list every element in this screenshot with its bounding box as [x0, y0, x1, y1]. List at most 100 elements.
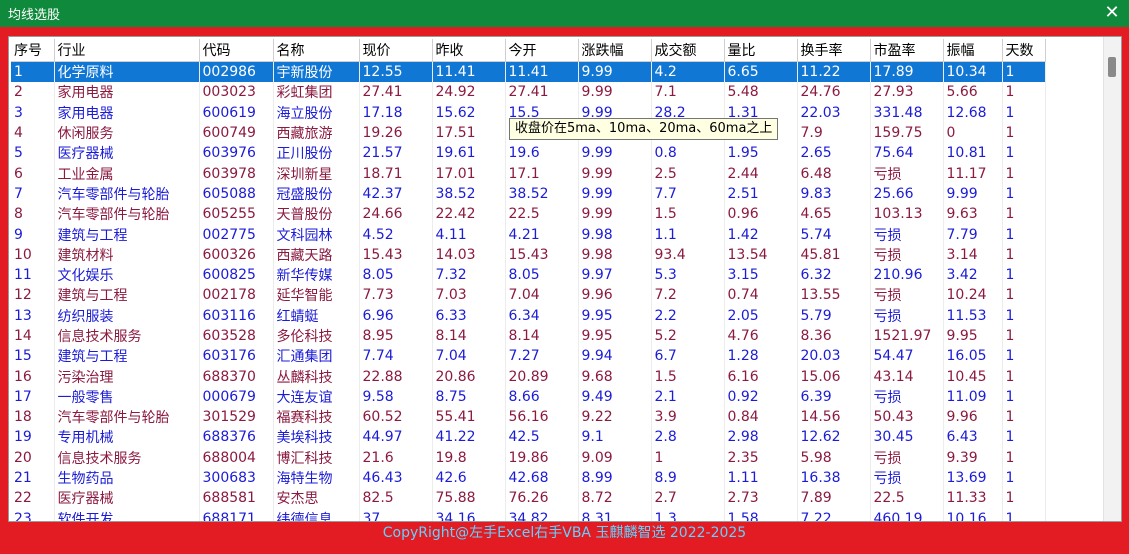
table-cell: 红蜻蜓 [273, 305, 360, 326]
table-cell: 家用电器 [54, 82, 200, 103]
table-cell: 7.89 [797, 488, 871, 509]
table-cell: 9.94 [578, 346, 652, 367]
table-cell: 纺织服装 [54, 305, 200, 326]
table-cell: 688370 [199, 366, 274, 387]
table-cell: 24.76 [797, 82, 871, 103]
table-row[interactable]: 5 医疗器械 603976 正川股份 21.57 19.61 19.6 9.99 0.8 1.95… [11, 143, 1046, 164]
table-cell: 688581 [199, 488, 274, 509]
table-cell: 55.41 [432, 407, 506, 428]
table-cell: 9.83 [797, 183, 871, 205]
column-header[interactable]: 换手率 [797, 39, 871, 62]
table-cell: 16.05 [943, 346, 1003, 367]
table-cell: 1 [1002, 346, 1046, 367]
table-cell: 6 [11, 163, 55, 184]
table-row[interactable]: 11 文化娱乐 600825 新华传媒 8.05 7.32 8.05 9.97 5.3 3.15 6… [11, 264, 1046, 286]
table-row[interactable]: 18 汽车零部件与轮胎 301529 福赛科技 60.52 55.41 56.16 9.22 3… [11, 407, 1046, 428]
table-row[interactable]: 13 纺织服装 603116 红蜻蜓 6.96 6.33 6.34 9.95 2.2 2.05 5.… [11, 305, 1046, 326]
column-header[interactable]: 今开 [505, 39, 579, 62]
table-cell: 000679 [199, 386, 274, 408]
table-row[interactable]: 8 汽车零部件与轮胎 605255 天普股份 24.66 22.42 22.5 9.99 1.5… [11, 204, 1046, 225]
table-cell: 13.69 [943, 467, 1003, 489]
table-cell: 159.75 [870, 122, 944, 144]
table-cell: 12.55 [359, 61, 433, 83]
table-cell: 11 [11, 264, 55, 286]
table-cell: 亏损 [870, 244, 944, 265]
table-cell: 4.52 [359, 224, 433, 245]
table-cell: 9.95 [578, 325, 652, 347]
table-cell: 17.89 [870, 61, 944, 83]
table-cell: 8.9 [651, 467, 725, 489]
table-cell: 1.5 [651, 204, 725, 225]
column-header[interactable]: 行业 [54, 39, 200, 62]
table-row[interactable]: 22 医疗器械 688581 安杰思 82.5 75.88 76.26 8.72 2.7 2.73… [11, 488, 1046, 509]
table-cell: 正川股份 [273, 143, 360, 164]
table-cell: 4 [11, 122, 55, 144]
table-cell: 11.41 [505, 61, 579, 83]
table-cell: 化学原料 [54, 61, 200, 83]
table-row[interactable]: 7 汽车零部件与轮胎 605088 冠盛股份 42.37 38.52 38.52 9.99 7.… [11, 183, 1046, 205]
column-header[interactable]: 涨跌幅 [578, 39, 652, 62]
table-cell: 10.45 [943, 366, 1003, 387]
table-cell: 605255 [199, 204, 274, 225]
table-cell: 1 [1002, 386, 1046, 408]
table-cell: 7.79 [943, 224, 1003, 245]
table-row[interactable]: 12 建筑与工程 002178 延华智能 7.73 7.03 7.04 9.96 7.2 0.74… [11, 285, 1046, 306]
table-row[interactable]: 16 污染治理 688370 丛麟科技 22.88 20.86 20.89 9.68 1.5 6.… [11, 366, 1046, 387]
table-cell: 002178 [199, 285, 274, 306]
column-header[interactable]: 名称 [273, 39, 360, 62]
table-cell: 43.14 [870, 366, 944, 387]
table-cell: 21.57 [359, 143, 433, 164]
column-header[interactable]: 现价 [359, 39, 433, 62]
table-cell: 2.05 [724, 305, 798, 326]
table-cell: 西藏旅游 [273, 122, 360, 144]
table-cell: 新华传媒 [273, 264, 360, 286]
table-cell: 82.5 [359, 488, 433, 509]
table-cell: 1 [1002, 427, 1046, 448]
table-cell: 60.52 [359, 407, 433, 428]
column-header[interactable]: 代码 [199, 39, 274, 62]
vertical-scrollbar[interactable] [1103, 37, 1121, 521]
table-cell: 建筑与工程 [54, 346, 200, 367]
table-row[interactable]: 6 工业金属 603978 深圳新星 18.71 17.01 17.1 9.99 2.5 2.44… [11, 163, 1046, 184]
table-cell: 1 [1002, 183, 1046, 205]
table-row[interactable]: 14 信息技术服务 603528 多伦科技 8.95 8.14 8.14 9.95 5.2 4.7… [11, 325, 1046, 347]
table-row[interactable]: 19 专用机械 688376 美埃科技 44.97 41.22 42.5 9.1 2.8 2.98… [11, 427, 1046, 448]
table-cell: 5.2 [651, 325, 725, 347]
column-header[interactable]: 成交额 [651, 39, 725, 62]
table-cell: 46.43 [359, 467, 433, 489]
table-cell: 3.15 [724, 264, 798, 286]
table-cell: 8 [11, 204, 55, 225]
table-row[interactable]: 17 一般零售 000679 大连友谊 9.58 8.75 8.66 9.49 2.1 0.92 6… [11, 386, 1046, 408]
scrollbar-thumb[interactable] [1108, 57, 1116, 77]
table-cell: 17.01 [432, 163, 506, 184]
table-row[interactable]: 15 建筑与工程 603176 汇通集团 7.74 7.04 7.27 9.94 6.7 1.28… [11, 346, 1046, 367]
table-cell: 16.38 [797, 467, 871, 489]
table-row[interactable]: 1 化学原料 002986 宇新股份 12.55 11.41 11.41 9.99 4.2 6.6… [11, 61, 1046, 83]
table-cell: 300683 [199, 467, 274, 489]
table-cell: 9.99 [578, 163, 652, 184]
close-icon[interactable]: ✕ [1101, 2, 1123, 24]
column-header[interactable]: 市盈率 [870, 39, 944, 62]
table-row[interactable]: 2 家用电器 003023 彩虹集团 27.41 24.92 27.41 9.99 7.1 5.4… [11, 82, 1046, 103]
stock-table: 序号 行业 代码 名称 现价 昨收 今开 涨跌幅 成交额 量比 换手率 市盈率 振幅 天数 1 化学原料 00… [11, 39, 1046, 521]
table-cell: 9.68 [578, 366, 652, 387]
column-header[interactable]: 振幅 [943, 39, 1003, 62]
table-cell: 亏损 [870, 386, 944, 408]
table-cell: 一般零售 [54, 386, 200, 408]
column-header[interactable]: 昨收 [432, 39, 506, 62]
column-header[interactable]: 天数 [1002, 39, 1046, 62]
table-row[interactable]: 21 生物药品 300683 海特生物 46.43 42.6 42.68 8.99 8.9 1.1… [11, 467, 1046, 489]
table-cell: 西藏天路 [273, 244, 360, 265]
column-header[interactable]: 量比 [724, 39, 798, 62]
table-cell: 1.11 [724, 467, 798, 489]
table-row[interactable]: 9 建筑与工程 002775 文科园林 4.52 4.11 4.21 9.98 1.1 1.42 5… [11, 224, 1046, 245]
table-cell: 建筑与工程 [54, 285, 200, 306]
table-cell: 3.42 [943, 264, 1003, 286]
table-cell: 2.8 [651, 427, 725, 448]
column-header[interactable]: 序号 [11, 39, 55, 62]
stock-list-view[interactable]: 序号 行业 代码 名称 现价 昨收 今开 涨跌幅 成交额 量比 换手率 市盈率 振幅 天数 1 化学原料 00… [8, 36, 1122, 522]
table-cell: 9.09 [578, 447, 652, 468]
table-row[interactable]: 10 建筑材料 600326 西藏天路 15.43 14.03 15.43 9.98 93.4 1… [11, 244, 1046, 265]
table-cell: 12.62 [797, 427, 871, 448]
table-row[interactable]: 20 信息技术服务 688004 博汇科技 21.6 19.8 19.86 9.09 1 2.35… [11, 447, 1046, 468]
